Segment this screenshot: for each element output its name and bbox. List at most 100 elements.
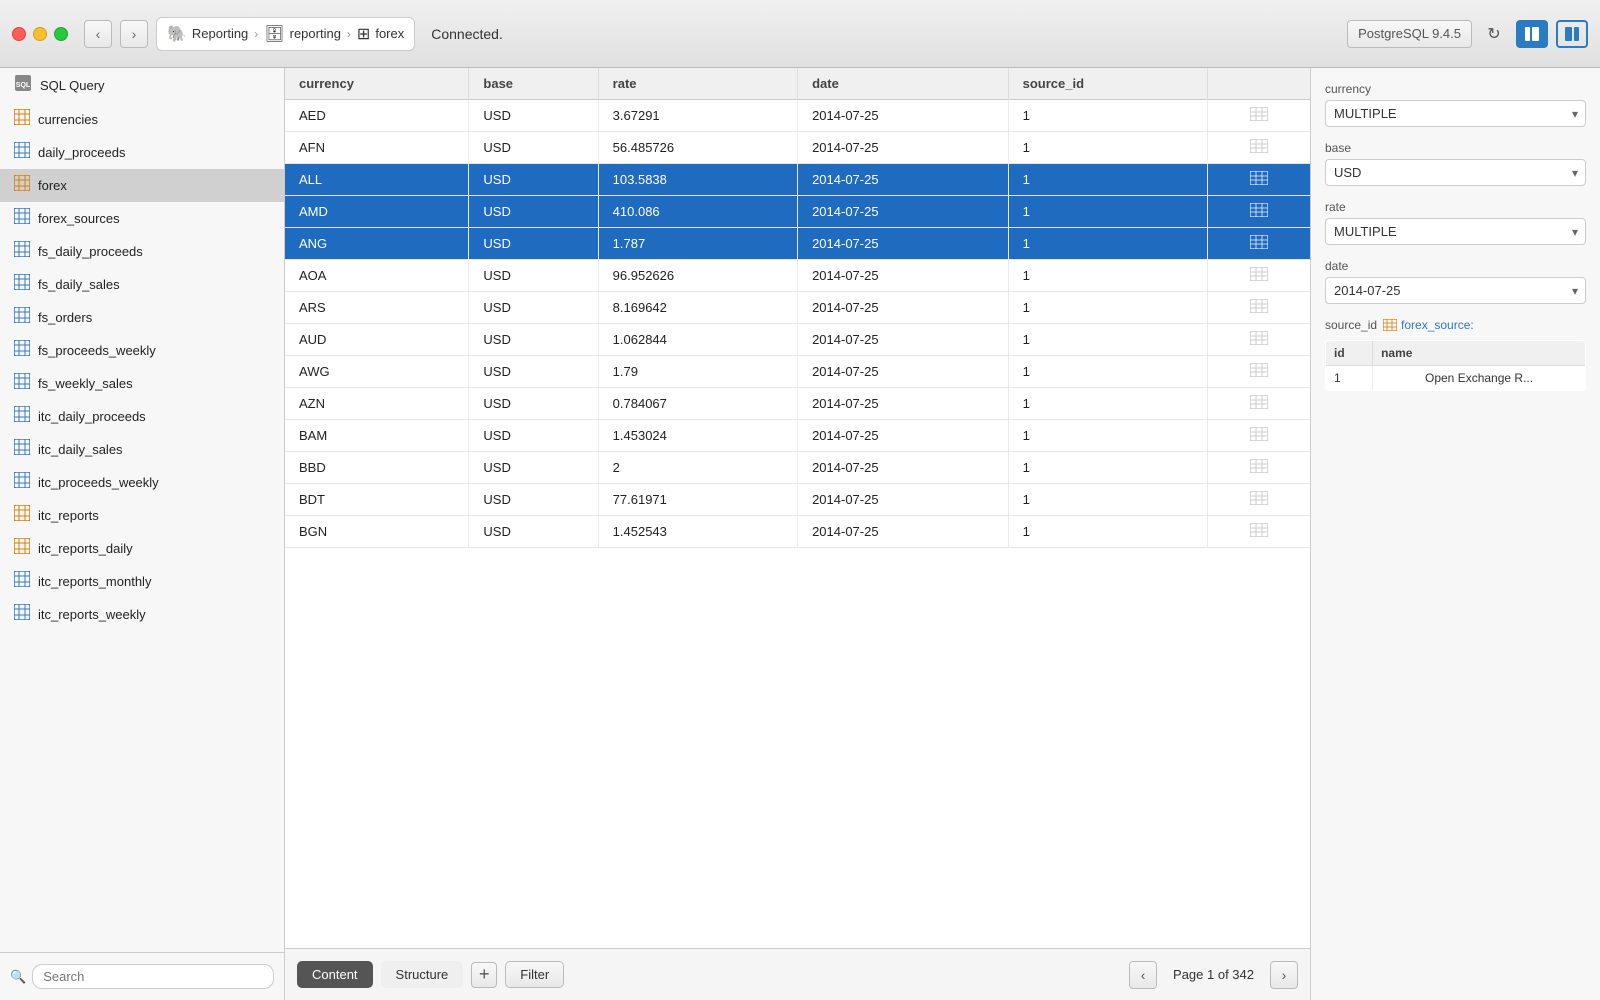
maximize-button[interactable] — [54, 27, 68, 41]
cell-action[interactable] — [1207, 132, 1310, 164]
table-row[interactable]: ANGUSD1.7872014-07-251 — [285, 228, 1310, 260]
cell-action[interactable] — [1207, 452, 1310, 484]
cell-base: USD — [469, 516, 598, 548]
prev-page-button[interactable]: ‹ — [1129, 961, 1157, 989]
sidebar-item-forex[interactable]: forex — [0, 169, 284, 202]
cell-source_id: 1 — [1008, 100, 1207, 132]
panel-select-base[interactable]: USD — [1325, 159, 1586, 186]
sidebar-search-area: 🔍 — [0, 952, 284, 1000]
view-sidebar-right-button[interactable] — [1556, 20, 1588, 48]
sidebar-item-forex-sources[interactable]: forex_sources — [0, 202, 284, 235]
itc-reports-monthly-label: itc_reports_monthly — [38, 574, 151, 589]
search-input[interactable] — [32, 964, 274, 989]
cell-action[interactable] — [1207, 356, 1310, 388]
table-row[interactable]: BGNUSD1.4525432014-07-251 — [285, 516, 1310, 548]
fs-daily-sales-label: fs_daily_sales — [38, 277, 120, 292]
cell-action[interactable] — [1207, 388, 1310, 420]
itc-reports-daily-label: itc_reports_daily — [38, 541, 133, 556]
cell-action[interactable] — [1207, 228, 1310, 260]
breadcrumb-forex[interactable]: ⊞ forex — [357, 24, 404, 44]
table-row[interactable]: AOAUSD96.9526262014-07-251 — [285, 260, 1310, 292]
sidebar-item-itc-reports-weekly[interactable]: itc_reports_weekly — [0, 598, 284, 631]
sidebar-item-fs-daily-sales[interactable]: fs_daily_sales — [0, 268, 284, 301]
cell-date: 2014-07-25 — [798, 484, 1009, 516]
main-layout: SQLSQL Querycurrenciesdaily_proceedsfore… — [0, 68, 1600, 1000]
cell-currency: BDT — [285, 484, 469, 516]
cell-action[interactable] — [1207, 324, 1310, 356]
sidebar-item-itc-proceeds-weekly[interactable]: itc_proceeds_weekly — [0, 466, 284, 499]
cell-base: USD — [469, 260, 598, 292]
panel-select-currency[interactable]: MULTIPLE — [1325, 100, 1586, 127]
itc-reports-daily-icon — [14, 538, 30, 559]
cell-currency: AWG — [285, 356, 469, 388]
cell-action[interactable] — [1207, 516, 1310, 548]
table-row[interactable]: AZNUSD0.7840672014-07-251 — [285, 388, 1310, 420]
cell-action[interactable] — [1207, 100, 1310, 132]
close-button[interactable] — [12, 27, 26, 41]
panel-field-rate: rateMULTIPLE — [1325, 200, 1586, 245]
sidebar-item-sql-query[interactable]: SQLSQL Query — [0, 68, 284, 103]
sidebar-item-fs-proceeds-weekly[interactable]: fs_proceeds_weekly — [0, 334, 284, 367]
sidebar-item-itc-daily-proceeds[interactable]: itc_daily_proceeds — [0, 400, 284, 433]
next-page-button[interactable]: › — [1270, 961, 1298, 989]
cell-action[interactable] — [1207, 164, 1310, 196]
col-header-date: date — [798, 68, 1009, 100]
cell-action[interactable] — [1207, 196, 1310, 228]
table-row[interactable]: BBDUSD22014-07-251 — [285, 452, 1310, 484]
cell-action[interactable] — [1207, 484, 1310, 516]
cell-action[interactable] — [1207, 292, 1310, 324]
sidebar-list: SQLSQL Querycurrenciesdaily_proceedsfore… — [0, 68, 284, 952]
forward-button[interactable]: › — [120, 20, 148, 48]
sidebar-item-itc-reports[interactable]: itc_reports — [0, 499, 284, 532]
row-expand-icon — [1250, 300, 1268, 316]
sidebar-item-fs-weekly-sales[interactable]: fs_weekly_sales — [0, 367, 284, 400]
cell-rate: 103.5838 — [598, 164, 797, 196]
breadcrumb-reporting[interactable]: 🐘 Reporting — [167, 24, 248, 44]
cell-currency: BAM — [285, 420, 469, 452]
filter-button[interactable]: Filter — [505, 961, 564, 988]
table-row[interactable]: AWGUSD1.792014-07-251 — [285, 356, 1310, 388]
table-row[interactable]: AFNUSD56.4857262014-07-251 — [285, 132, 1310, 164]
cell-date: 2014-07-25 — [798, 260, 1009, 292]
panel-select-date[interactable]: 2014-07-25 — [1325, 277, 1586, 304]
tab-content[interactable]: Content — [297, 961, 373, 988]
connection-status: Connected. — [431, 26, 503, 42]
back-button[interactable]: ‹ — [84, 20, 112, 48]
sidebar-item-fs-daily-proceeds[interactable]: fs_daily_proceeds — [0, 235, 284, 268]
cell-base: USD — [469, 228, 598, 260]
sidebar-item-daily-proceeds[interactable]: daily_proceeds — [0, 136, 284, 169]
breadcrumb-sep-2: › — [347, 27, 351, 41]
view-sidebar-left-button[interactable] — [1516, 20, 1548, 48]
cell-date: 2014-07-25 — [798, 100, 1009, 132]
sidebar-item-fs-orders[interactable]: fs_orders — [0, 301, 284, 334]
col-header-rate: rate — [598, 68, 797, 100]
breadcrumb-reporting-db[interactable]: 🗄 reporting — [264, 24, 341, 44]
sidebar-item-itc-reports-monthly[interactable]: itc_reports_monthly — [0, 565, 284, 598]
data-table: currencybaseratedatesource_id AEDUSD3.67… — [285, 68, 1310, 548]
add-row-button[interactable]: + — [471, 962, 497, 988]
breadcrumb-reporting-db-label: reporting — [290, 26, 341, 41]
table-row[interactable]: BAMUSD1.4530242014-07-251 — [285, 420, 1310, 452]
sidebar-item-itc-reports-daily[interactable]: itc_reports_daily — [0, 532, 284, 565]
table-icon: ⊞ — [357, 24, 370, 44]
row-expand-icon — [1250, 524, 1268, 540]
table-row[interactable]: AEDUSD3.672912014-07-251 — [285, 100, 1310, 132]
table-row[interactable]: AUDUSD1.0628442014-07-251 — [285, 324, 1310, 356]
sidebar-item-itc-daily-sales[interactable]: itc_daily_sales — [0, 433, 284, 466]
breadcrumb: 🐘 Reporting › 🗄 reporting › ⊞ forex — [156, 17, 415, 51]
minimize-button[interactable] — [33, 27, 47, 41]
table-row[interactable]: ALLUSD103.58382014-07-251 — [285, 164, 1310, 196]
itc-daily-proceeds-icon — [14, 406, 30, 427]
cell-action[interactable] — [1207, 260, 1310, 292]
table-row[interactable]: BDTUSD77.619712014-07-251 — [285, 484, 1310, 516]
table-row[interactable]: ARSUSD8.1696422014-07-251 — [285, 292, 1310, 324]
panel-select-rate[interactable]: MULTIPLE — [1325, 218, 1586, 245]
source-table-link[interactable]: forex_source: — [1383, 318, 1474, 332]
row-expand-icon — [1250, 428, 1268, 444]
table-row[interactable]: AMDUSD410.0862014-07-251 — [285, 196, 1310, 228]
sidebar-item-currencies[interactable]: currencies — [0, 103, 284, 136]
refresh-button[interactable]: ↻ — [1480, 20, 1508, 48]
tab-structure[interactable]: Structure — [381, 961, 464, 988]
cell-action[interactable] — [1207, 420, 1310, 452]
cell-base: USD — [469, 100, 598, 132]
